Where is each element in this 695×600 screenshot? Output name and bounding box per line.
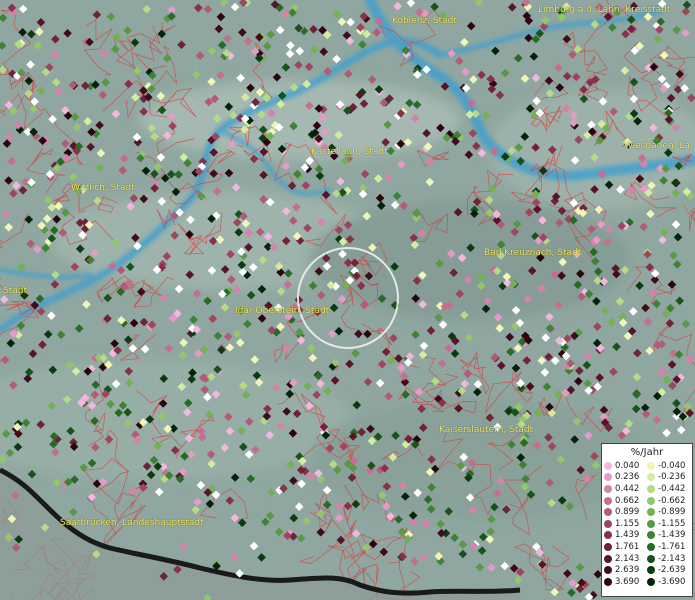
legend-entry-positive: 2.639 [604,565,647,575]
legend-value: 1.761 [615,541,640,552]
legend-value: 2.639 [615,565,640,576]
legend-value: -1.155 [658,518,686,529]
legend-entry-negative: -0.040 [647,461,690,471]
map-view[interactable]: Koblenz, Stadt Limburg a.d. Lahn, Kreiss… [0,0,695,600]
legend-value: 1.439 [615,530,640,541]
legend-value: -1.761 [658,541,686,552]
legend-entry-positive: 0.040 [604,461,647,471]
legend-row: 0.899 -0.899 [604,506,690,518]
legend-value: -0.662 [658,495,686,506]
legend-entry-negative: -0.442 [647,484,690,494]
legend-row: 0.662 -0.662 [604,495,690,507]
legend-swatch [647,508,655,517]
legend-value: -0.442 [658,483,686,494]
legend-value: 0.442 [615,483,640,494]
legend-entry-positive: 3.690 [604,577,647,587]
legend-value: 0.236 [615,472,640,483]
legend-value: -2.639 [658,565,686,576]
legend-swatch [604,531,612,540]
map-canvas[interactable] [0,0,695,600]
legend-swatch [647,554,655,563]
legend-value: -0.899 [658,507,686,518]
legend-entry-negative: -2.639 [647,565,690,575]
legend-swatch [604,461,612,470]
legend-row: 1.761 -1.761 [604,541,690,553]
legend-entry-negative: -1.761 [647,542,690,552]
legend-entry-positive: 0.442 [604,484,647,494]
legend-value: -1.439 [658,530,686,541]
legend-swatch [604,473,612,482]
legend-entry-positive: 1.155 [604,519,647,529]
legend-entry-negative: -1.439 [647,530,690,540]
legend-row: 0.040 -0.040 [604,460,690,472]
legend-swatch [647,461,655,470]
legend-entry-positive: 1.439 [604,530,647,540]
legend-swatch [647,577,655,586]
legend-row: 2.639 -2.639 [604,564,690,576]
legend-entry-positive: 1.761 [604,542,647,552]
legend-entry-negative: -3.690 [647,577,690,587]
legend-swatch [647,496,655,505]
legend-entry-positive: 0.662 [604,496,647,506]
legend-swatch [647,542,655,551]
legend-swatch [604,542,612,551]
legend-rows: 0.040 -0.040 0.236 -0.236 0.442 -0.442 0.662 -0… [604,460,690,588]
legend-swatch [604,519,612,528]
legend-value: 0.040 [615,460,640,471]
legend-value: -0.040 [658,460,686,471]
legend-swatch [604,508,612,517]
legend-value: -2.143 [658,553,686,564]
legend: %/Jahr 0.040 -0.040 0.236 -0.236 0.442 -0.442… [601,443,693,597]
legend-entry-negative: -1.155 [647,519,690,529]
legend-entry-positive: 0.236 [604,472,647,482]
legend-title: %/Jahr [630,447,664,458]
legend-value: 0.662 [615,495,640,506]
legend-swatch [647,566,655,575]
legend-value: 0.899 [615,507,640,518]
legend-swatch [647,519,655,528]
legend-row: 3.690 -3.690 [604,576,690,588]
legend-swatch [604,496,612,505]
legend-row: 0.236 -0.236 [604,472,690,484]
legend-value: 3.690 [615,576,640,587]
legend-row: 1.439 -1.439 [604,530,690,542]
legend-swatch [604,554,612,563]
legend-entry-negative: -0.236 [647,472,690,482]
legend-row: 1.155 -1.155 [604,518,690,530]
legend-row: 2.143 -2.143 [604,553,690,565]
legend-swatch [604,566,612,575]
legend-swatch [604,484,612,493]
legend-entry-positive: 0.899 [604,507,647,517]
legend-swatch [604,577,612,586]
legend-value: 2.143 [615,553,640,564]
legend-entry-negative: -0.662 [647,496,690,506]
legend-swatch [647,531,655,540]
legend-entry-positive: 2.143 [604,554,647,564]
legend-entry-negative: -2.143 [647,554,690,564]
legend-value: -0.236 [658,472,686,483]
legend-swatch [647,473,655,482]
legend-row: 0.442 -0.442 [604,483,690,495]
legend-entry-negative: -0.899 [647,507,690,517]
legend-swatch [647,484,655,493]
legend-value: 1.155 [615,518,640,529]
legend-value: -3.690 [658,576,686,587]
